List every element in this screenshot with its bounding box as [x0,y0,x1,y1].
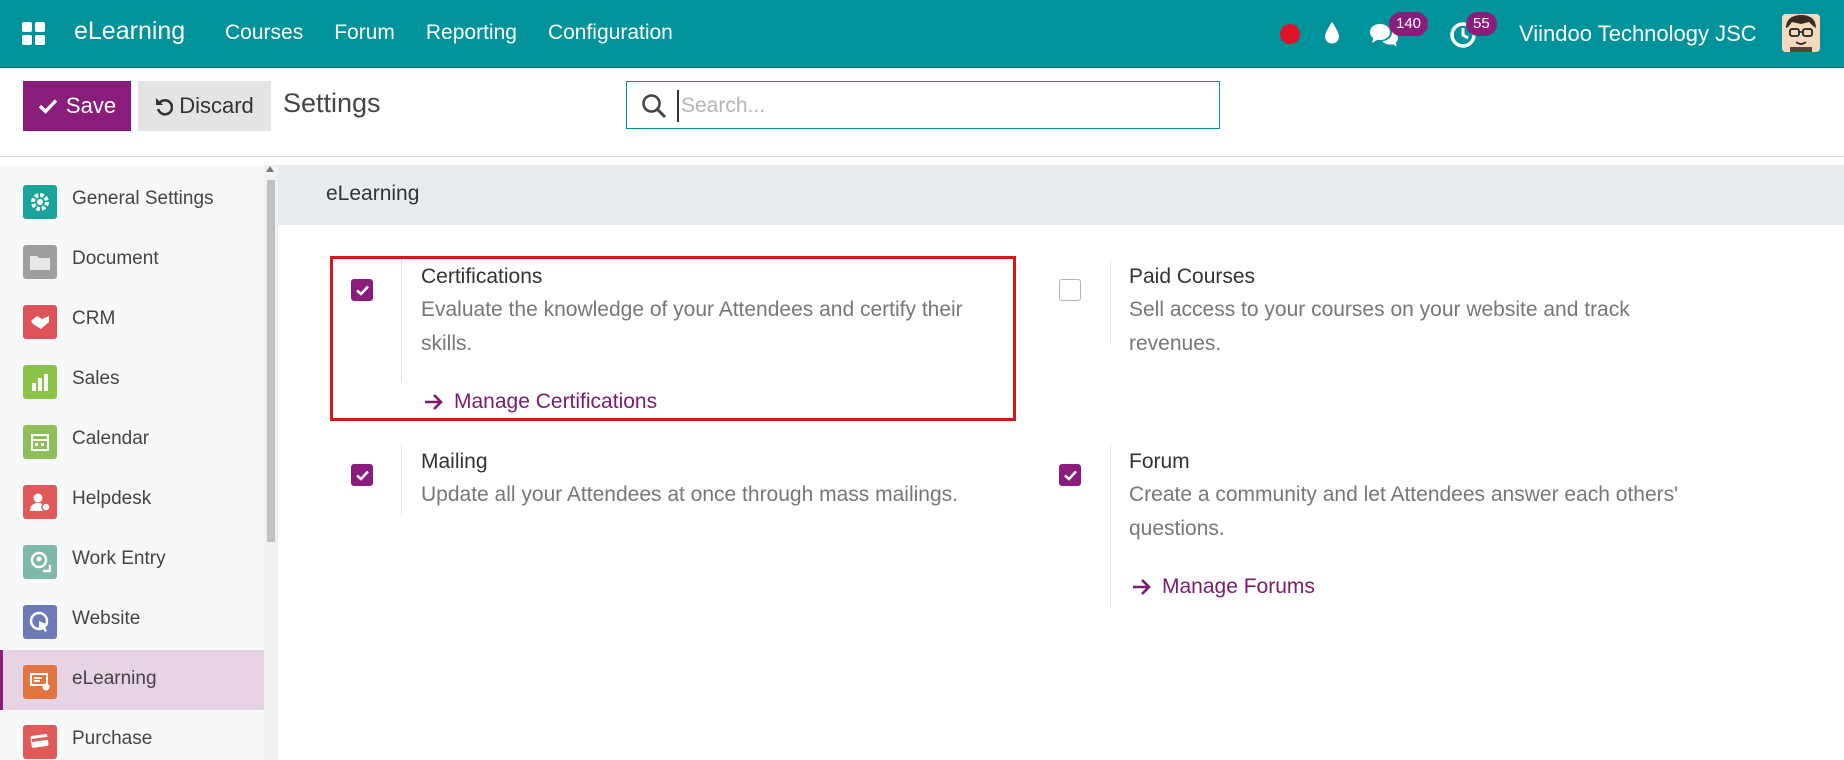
chart-icon [23,365,57,399]
sidebar-item-website[interactable]: Website [0,590,264,650]
folder-icon [23,245,57,279]
paid-courses-checkbox[interactable] [1059,279,1081,301]
sidebar-item-label: eLearning [72,668,157,689]
forum-description: Create a community and let Attendees ans… [1129,483,1679,540]
menu-reporting[interactable]: Reporting [426,21,517,45]
sidebar-item-label: Website [72,608,141,629]
discard-label: Discard [179,93,254,118]
scroll-up-arrow-icon[interactable] [266,166,274,172]
chat-count-badge: 140 [1389,12,1429,36]
setting-divider [1110,445,1111,607]
user-avatar[interactable] [1782,14,1820,52]
sidebar-item-label: Sales [72,368,120,389]
handshake-icon [23,305,57,339]
discard-button[interactable]: Discard [138,81,271,131]
apps-menu-icon[interactable] [22,22,46,46]
setting-divider [401,445,402,515]
globe-icon [23,605,57,639]
manage-forums-link[interactable]: Manage Forums [1132,575,1315,599]
control-panel: Save Discard Settings [0,68,1844,157]
sidebar-item-purchase[interactable]: Purchase [0,710,264,760]
company-switcher[interactable]: Viindoo Technology JSC [1519,21,1757,47]
highlight-box [330,256,1016,421]
sidebar-item-document[interactable]: Document [0,230,264,290]
sidebar-item-label: Helpdesk [72,488,152,509]
sidebar-item-calendar[interactable]: Calendar [0,410,264,470]
gear-icon [23,185,57,219]
menu-forum[interactable]: Forum [334,21,395,45]
menu-configuration[interactable]: Configuration [548,21,673,45]
forum-checkbox[interactable] [1059,464,1081,486]
mailing-title: Mailing [421,450,488,473]
search-input[interactable] [677,90,1203,122]
sidebar-item-label: Document [72,248,159,269]
setting-divider [1110,261,1111,345]
section-header: eLearning [278,165,1844,225]
search-box [626,81,1220,129]
main-menu: Courses Forum Reporting Configuration [225,21,673,45]
top-navbar: eLearning Courses Forum Reporting Config… [0,0,1844,68]
paid-courses-title: Paid Courses [1129,265,1256,288]
undo-icon [156,98,174,116]
person-support-icon [23,485,57,519]
search-icon [642,94,667,119]
sidebar-item-helpdesk[interactable]: Helpdesk [0,470,264,530]
sidebar-item-elearning[interactable]: eLearning [0,650,264,710]
mailing-description: Update all your Attendees at once throug… [421,483,958,506]
calendar-icon [23,425,57,459]
sidebar-item-crm[interactable]: CRM [0,290,264,350]
sidebar-item-label: Purchase [72,728,153,749]
app-brand[interactable]: eLearning [74,17,185,46]
sidebar-scroll-thumb[interactable] [267,180,275,542]
check-icon [38,99,58,114]
sidebar-item-sales[interactable]: Sales [0,350,264,410]
page-title: Settings [283,88,381,118]
sidebar-item-label: Work Entry [72,548,166,569]
sidebar-item-label: Calendar [72,428,150,449]
settings-sidebar: General Settings Document CRM Sales Cale… [0,165,264,760]
record-indicator-icon[interactable] [1280,24,1300,44]
card-icon [23,725,57,759]
save-label: Save [65,93,117,118]
settings-content: eLearning Certifications Evaluate the kn… [278,165,1844,760]
sidebar-item-work-entry[interactable]: Work Entry [0,530,264,590]
activity-count-badge: 55 [1466,12,1497,36]
mailing-checkbox[interactable] [351,464,373,486]
person-clock-icon [23,545,57,579]
presentation-icon [23,665,57,699]
sidebar-item-label: General Settings [72,188,214,209]
save-button[interactable]: Save [23,81,131,131]
manage-forums-label: Manage Forums [1162,575,1315,598]
forum-title: Forum [1129,450,1190,473]
paid-courses-description: Sell access to your courses on your webs… [1129,298,1630,355]
arrow-right-icon [1133,579,1151,595]
drop-icon[interactable] [1324,21,1340,50]
sidebar-item-label: CRM [72,308,116,329]
sidebar-item-general-settings[interactable]: General Settings [0,170,264,230]
section-title: eLearning [326,182,420,205]
menu-courses[interactable]: Courses [225,21,303,45]
